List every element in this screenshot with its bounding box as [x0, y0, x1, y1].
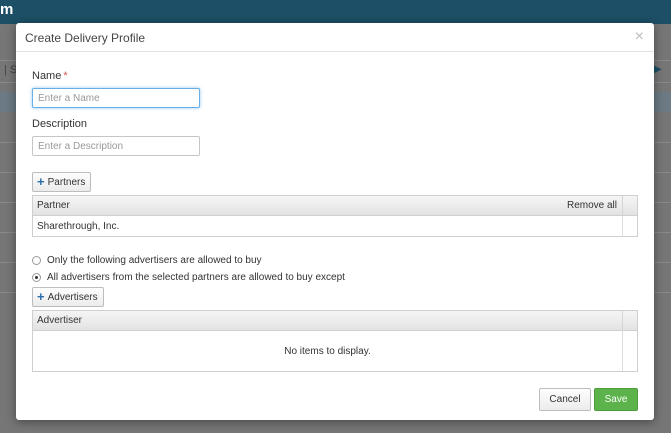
add-advertisers-label: Advertisers [47, 291, 98, 303]
radio-all-except[interactable]: All advertisers from the selected partne… [32, 272, 345, 283]
plus-icon: + [37, 289, 45, 304]
dialog-title: Create Delivery Profile [25, 31, 146, 45]
grid-scrollbar-header [622, 311, 637, 331]
table-row[interactable]: Sharethrough, Inc. [33, 217, 622, 237]
advertiser-column-header: Advertiser [37, 315, 83, 326]
name-label: Name * [32, 70, 68, 82]
description-input[interactable] [32, 136, 200, 156]
partners-grid-scrollbar[interactable] [622, 216, 637, 236]
app-title: m [0, 1, 14, 18]
create-delivery-profile-dialog: Create Delivery Profile × Name* Descript… [16, 23, 654, 420]
add-advertisers-button[interactable]: + Advertisers [32, 287, 104, 307]
empty-message: No items to display. [284, 346, 371, 357]
save-button[interactable]: Save [594, 388, 638, 411]
arrow-right-icon: ▶ [654, 64, 662, 75]
remove-all-link[interactable]: Remove all [567, 200, 617, 211]
radio-button-selected[interactable] [32, 273, 41, 282]
plus-icon: + [37, 174, 45, 189]
radio-label: All advertisers from the selected partne… [47, 272, 345, 283]
description-label: Description [32, 118, 88, 130]
radio-button[interactable] [32, 256, 41, 265]
partners-grid: Partner Remove all Sharethrough, Inc. [32, 195, 638, 237]
required-marker: * [63, 70, 68, 82]
grid-scrollbar-header [622, 196, 637, 216]
radio-only-following[interactable]: Only the following advertisers are allow… [32, 255, 262, 266]
dialog-header: Create Delivery Profile × [16, 23, 654, 52]
name-label-text: Name [32, 70, 62, 82]
cancel-button[interactable]: Cancel [539, 388, 591, 411]
name-input[interactable] [32, 88, 200, 108]
radio-label: Only the following advertisers are allow… [47, 255, 262, 266]
advertisers-grid-header: Advertiser [33, 311, 637, 331]
partner-column-header: Partner [37, 200, 70, 211]
app-header: m [0, 0, 671, 24]
advertisers-grid-scrollbar[interactable] [622, 331, 637, 371]
partner-name-cell: Sharethrough, Inc. [37, 221, 120, 232]
advertisers-grid: Advertiser No items to display. [32, 310, 638, 372]
close-icon[interactable]: × [635, 29, 644, 45]
partners-grid-header: Partner Remove all [33, 196, 637, 216]
add-partners-button[interactable]: + Partners [32, 172, 92, 192]
add-partners-label: Partners [47, 176, 86, 188]
